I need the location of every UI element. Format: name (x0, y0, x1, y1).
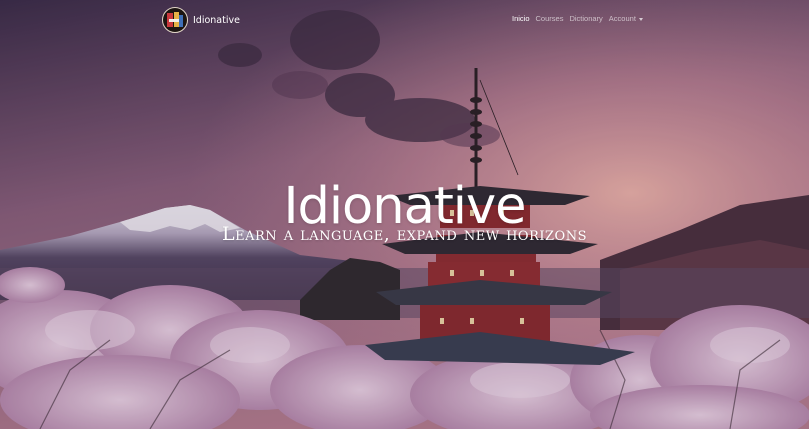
brand-name: Idionative (193, 14, 240, 26)
nav-link-courses[interactable]: Courses (536, 14, 564, 23)
brand-logo (162, 7, 188, 33)
brand-link[interactable]: Idionative (162, 7, 240, 33)
nav-link-account-label: Account (608, 14, 636, 23)
nav-link-dictionary[interactable]: Dictionary (569, 14, 602, 23)
nav-links: Inicio Courses Dictionary Account (512, 14, 643, 23)
top-navbar: Idionative Inicio Courses Dictionary Acc… (0, 0, 809, 40)
hero-subtitle: Learn a language, expand new horizons (222, 223, 587, 245)
chevron-down-icon (638, 17, 643, 21)
nav-link-account[interactable]: Account (609, 14, 643, 23)
nav-link-inicio[interactable]: Inicio (512, 14, 530, 23)
hero-section: Idionative Inicio Courses Dictionary Acc… (0, 0, 809, 429)
